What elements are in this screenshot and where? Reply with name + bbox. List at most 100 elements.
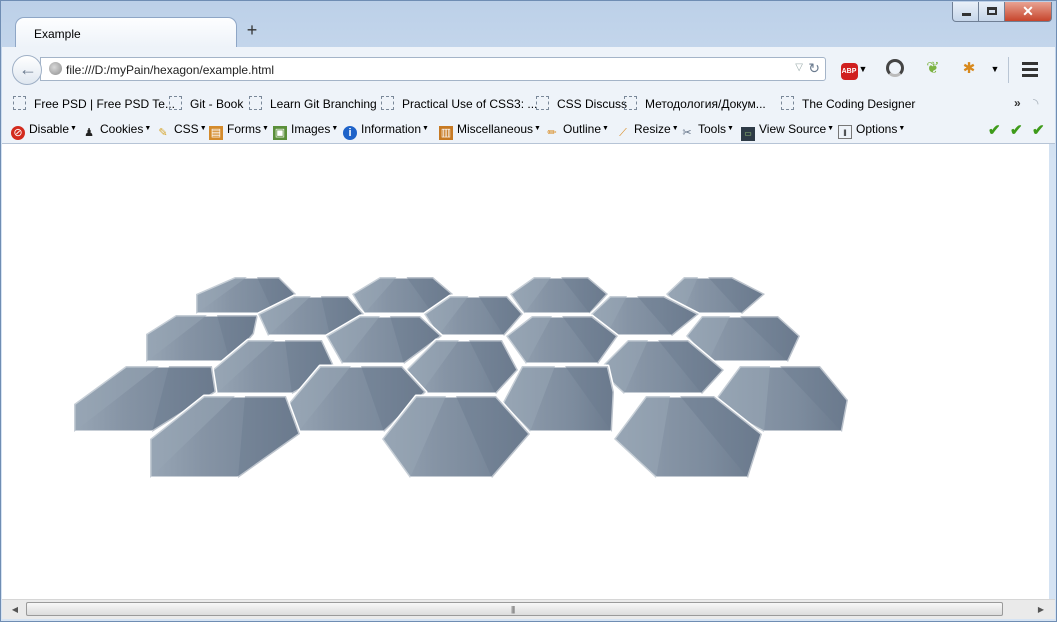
bookmark-label: Free PSD | Free PSD Te... xyxy=(34,97,175,111)
dropdown-arrow-icon: ▼ xyxy=(262,125,269,132)
devtool-label: Images xyxy=(291,122,331,136)
bookmark-label: Practical Use of CSS3: ... xyxy=(402,97,538,111)
web-developer-toolbar: ⊘ Disable▼ ♟ Cookies▼ ✎ CSS▼ ▤ Forms▼ ▣ Image… xyxy=(2,117,1055,144)
url-history-dropdown-icon[interactable]: ▽ xyxy=(795,62,803,73)
dropdown-arrow-icon: ▼ xyxy=(727,125,734,132)
dropdown-arrow-icon: ▼ xyxy=(331,125,339,132)
hexagon-tile xyxy=(508,275,610,316)
devtool-options[interactable]: ‖ Options▼ xyxy=(838,122,905,139)
maximize-button[interactable] xyxy=(978,2,1005,22)
grip-icon: ||| xyxy=(511,605,515,614)
dropdown-arrow-icon: ▼ xyxy=(602,125,609,132)
info-icon: i xyxy=(343,126,357,140)
devtool-label: CSS xyxy=(174,122,199,136)
validation-check-icon[interactable]: ✔ xyxy=(988,121,1001,139)
devtool-label: View Source xyxy=(759,122,827,136)
bookmark-item[interactable]: CSS Discuss xyxy=(536,96,627,112)
maximize-icon xyxy=(987,7,997,15)
monitor-icon: ▭ xyxy=(741,127,755,141)
page-content xyxy=(2,144,1049,599)
toolbar-separator xyxy=(1008,57,1009,83)
dropdown-arrow-icon: ▼ xyxy=(144,125,152,132)
reload-icon[interactable]: ↻ xyxy=(808,60,820,77)
bookmark-item[interactable]: Free PSD | Free PSD Te... xyxy=(13,96,175,112)
bookmark-label: The Coding Designer xyxy=(802,97,916,111)
bookmark-item[interactable]: Learn Git Branching xyxy=(249,96,377,112)
bookmarks-overflow-button[interactable]: » xyxy=(1014,96,1021,110)
devtool-label: Miscellaneous xyxy=(457,122,534,136)
scroll-right-arrow-icon[interactable]: ▶ xyxy=(1034,603,1048,617)
hamburger-icon-line xyxy=(1022,74,1038,77)
page-icon xyxy=(381,96,394,110)
firebug-button[interactable]: ✱ xyxy=(958,59,980,79)
minimize-button[interactable] xyxy=(952,2,979,22)
devtool-label: Resize xyxy=(634,122,671,136)
dropdown-arrow-icon: ▼ xyxy=(534,125,541,132)
validation-check-icon[interactable]: ✔ xyxy=(1010,121,1023,139)
devtool-label: Disable xyxy=(29,122,70,136)
devtool-label: Information xyxy=(361,122,422,136)
hexagon-grid xyxy=(72,275,850,480)
pencil-icon: ✏ xyxy=(547,127,557,139)
devtool-resize[interactable]: ⟋ Resize▼ xyxy=(616,122,678,139)
validation-check-icon[interactable]: ✔ xyxy=(1032,121,1045,139)
back-arrow-icon: ← xyxy=(19,59,37,79)
ruler-icon: ⟋ xyxy=(619,127,627,139)
rss-icon[interactable]: ◝ xyxy=(1033,95,1047,111)
menu-button[interactable] xyxy=(1019,59,1041,79)
horizontal-scrollbar[interactable]: ◀ ||| ▶ xyxy=(2,599,1055,619)
cookie-icon: ♟ xyxy=(84,127,94,139)
back-button[interactable]: ← xyxy=(12,55,42,85)
tools-icon: ✂ xyxy=(682,127,692,139)
tab-title: Example xyxy=(34,27,81,41)
dropdown-arrow-icon: ▼ xyxy=(199,125,207,132)
hexagon-tiles xyxy=(72,275,850,480)
hamburger-icon-line xyxy=(1022,68,1038,71)
bookmark-label: Learn Git Branching xyxy=(270,97,377,111)
bookmark-item[interactable]: The Coding Designer xyxy=(781,96,915,112)
bookmark-label: Методология/Докум... xyxy=(645,97,766,111)
scroll-left-arrow-icon[interactable]: ◀ xyxy=(8,603,22,617)
devtool-cookies[interactable]: ♟ Cookies▼ xyxy=(82,122,152,139)
close-icon: ✕ xyxy=(1022,3,1034,19)
devtool-label: Cookies xyxy=(100,122,144,136)
devtool-disable[interactable]: ⊘ Disable▼ xyxy=(11,122,77,140)
devtool-images[interactable]: ▣ Images▼ xyxy=(273,122,339,140)
new-tab-button[interactable]: + xyxy=(243,21,261,39)
adblock-dropdown-icon[interactable]: ▼ xyxy=(858,59,868,79)
url-text[interactable]: file:///D:/myPain/hexagon/example.html xyxy=(66,63,274,77)
page-icon xyxy=(249,96,262,110)
devtool-information[interactable]: i Information▼ xyxy=(343,122,429,140)
scrollbar-thumb[interactable]: ||| xyxy=(26,602,1003,616)
bookmark-label: Git - Book xyxy=(190,97,244,111)
adblock-button[interactable]: ABP xyxy=(838,59,860,80)
minimize-icon xyxy=(962,13,971,16)
devtool-label: Options xyxy=(856,122,898,136)
bookmark-item[interactable]: Git - Book xyxy=(169,96,243,112)
close-window-button[interactable]: ✕ xyxy=(1004,2,1052,22)
devtool-view-source[interactable]: ▭ View Source▼ xyxy=(741,122,834,141)
hexagon-tile xyxy=(504,314,620,366)
page-icon xyxy=(536,96,549,110)
bookmark-item[interactable]: Методология/Докум... xyxy=(624,96,766,112)
misc-icon: ▥ xyxy=(439,126,453,140)
tab-example[interactable]: Example xyxy=(15,17,237,47)
adblock-icon: ABP xyxy=(840,63,858,80)
hexagon-tile xyxy=(422,294,525,338)
devtool-label: Tools xyxy=(698,122,727,136)
devtool-forms[interactable]: ▤ Forms▼ xyxy=(209,122,269,140)
circle-addon-icon xyxy=(886,59,904,77)
leaf-addon-button[interactable]: ❦ xyxy=(922,59,944,79)
devtool-miscellaneous[interactable]: ▥ Miscellaneous▼ xyxy=(439,122,541,140)
devtool-tools[interactable]: ✂ Tools▼ xyxy=(680,122,734,139)
tab-strip: Example + ✕ xyxy=(1,1,1057,47)
firebug-dropdown-icon[interactable]: ▼ xyxy=(989,59,1001,79)
globe-icon xyxy=(49,62,62,75)
circle-addon-button[interactable] xyxy=(884,59,906,79)
bookmark-item[interactable]: Practical Use of CSS3: ... xyxy=(381,96,537,112)
devtool-css[interactable]: ✎ CSS▼ xyxy=(156,122,207,139)
devtool-outline[interactable]: ✏ Outline▼ xyxy=(545,122,609,139)
bookmarks-bar: Free PSD | Free PSD Te... Git - Book Lea… xyxy=(2,91,1055,117)
images-icon: ▣ xyxy=(273,126,287,140)
url-bar[interactable]: file:///D:/myPain/hexagon/example.html ▽… xyxy=(40,57,826,81)
